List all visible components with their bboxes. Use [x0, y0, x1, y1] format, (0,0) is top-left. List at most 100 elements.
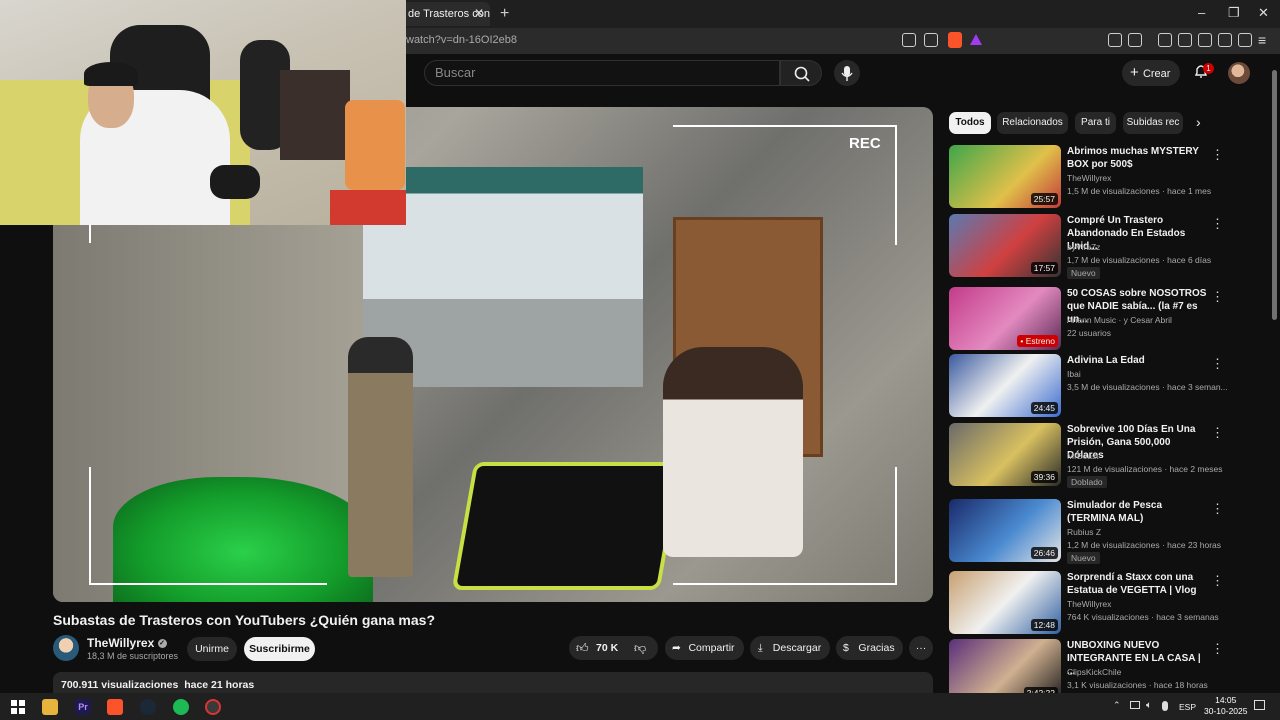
- video-duration: 17:57: [1030, 262, 1058, 274]
- video-thumbnail[interactable]: 39:36: [949, 423, 1061, 486]
- channel-avatar[interactable]: [53, 635, 79, 661]
- mic-tray-icon[interactable]: [1162, 701, 1168, 711]
- more-options-icon[interactable]: ⋮: [1211, 501, 1224, 517]
- recommendation-meta: 1,7 M de visualizaciones · hace 6 días: [1067, 255, 1212, 265]
- obs-icon[interactable]: [205, 699, 221, 715]
- recommendation-badge: Doblado: [1067, 476, 1107, 488]
- file-explorer-icon[interactable]: [42, 699, 58, 715]
- tab-close-icon[interactable]: ✕: [474, 6, 484, 20]
- chips-next-icon[interactable]: ›: [1196, 114, 1201, 130]
- recommendation-item[interactable]: 17:57 Compré Un Trastero Abandonado En Es…: [949, 214, 1269, 284]
- chip-subidas-recientes[interactable]: Subidas rec: [1123, 112, 1183, 134]
- menu-icon[interactable]: ≡: [1258, 33, 1266, 47]
- video-thumbnail[interactable]: 26:46: [949, 499, 1061, 562]
- leo-ai-icon[interactable]: [1218, 33, 1232, 47]
- recommendation-item[interactable]: 26:46 Simulador de Pesca (TERMINA MAL) Rub…: [949, 499, 1269, 569]
- new-tab-icon[interactable]: +: [500, 5, 509, 23]
- cam-poster: [345, 100, 405, 190]
- recommendation-title[interactable]: Sorprendí a Staxx con una Estatua de VEG…: [1067, 571, 1207, 597]
- recommendation-meta: 121 M de visualizaciones · hace 2 meses: [1067, 464, 1223, 474]
- windows-start-icon[interactable]: [10, 699, 26, 715]
- download-button[interactable]: ⤓ Descargar: [750, 636, 830, 660]
- chip-todos[interactable]: Todos: [949, 112, 991, 134]
- system-clock[interactable]: 14:05 30-10-2025: [1204, 695, 1247, 717]
- extensions-icon[interactable]: [1108, 33, 1122, 47]
- share-button[interactable]: ➦ Compartir: [665, 636, 744, 660]
- tray-chevron-icon[interactable]: ⌃: [1113, 700, 1121, 711]
- recommendation-title[interactable]: Simulador de Pesca (TERMINA MAL): [1067, 499, 1207, 525]
- more-options-icon[interactable]: ⋮: [1211, 425, 1224, 441]
- language-indicator[interactable]: ESP: [1179, 702, 1196, 712]
- brave-shield-icon[interactable]: [948, 32, 962, 48]
- video-thumbnail[interactable]: 17:57: [949, 214, 1061, 277]
- volume-icon[interactable]: 🔈︎: [1146, 700, 1152, 711]
- thumbs-down-icon[interactable]: 👎︎: [634, 640, 646, 656]
- video-thumbnail[interactable]: 24:45: [949, 354, 1061, 417]
- join-button[interactable]: Unirme: [187, 637, 237, 661]
- recommendation-title[interactable]: Adivina La Edad: [1067, 354, 1207, 367]
- recommendation-title[interactable]: Abrimos muchas MYSTERY BOX por 500$: [1067, 145, 1207, 171]
- notification-center-icon[interactable]: [1254, 700, 1265, 710]
- video-thumbnail[interactable]: • Estreno: [949, 287, 1061, 350]
- recommendation-item[interactable]: 24:45 Adivina La Edad Ibai 3,5 M de visuali…: [949, 354, 1269, 424]
- maximize-icon[interactable]: ❐: [1228, 5, 1240, 21]
- like-count[interactable]: 70 K: [596, 642, 618, 654]
- cam-shelf: [280, 70, 350, 160]
- cast-icon[interactable]: [902, 33, 916, 47]
- recommendation-channel[interactable]: ClipsKickChile: [1067, 667, 1121, 677]
- wallet-icon[interactable]: [1198, 33, 1212, 47]
- url-text[interactable]: watch?v=dn-16OI2eb8: [406, 34, 517, 46]
- recommendation-channel[interactable]: Ibai: [1067, 369, 1081, 379]
- more-options-icon[interactable]: ⋮: [1211, 216, 1224, 232]
- channel-name[interactable]: TheWillyrex ✓: [87, 636, 167, 650]
- recommendation-item[interactable]: 12:48 Sorprendí a Staxx con una Estatua d…: [949, 571, 1269, 641]
- brave-rewards-icon[interactable]: [970, 34, 982, 45]
- notification-badge: 1: [1203, 63, 1214, 74]
- subscribe-button[interactable]: Suscribirme: [244, 637, 315, 661]
- video-thumbnail[interactable]: 12:48: [949, 571, 1061, 634]
- steam-icon[interactable]: [140, 699, 156, 715]
- thanks-button[interactable]: $ Gracias: [836, 636, 903, 660]
- search-button[interactable]: [780, 60, 822, 86]
- page-scrollbar[interactable]: [1272, 70, 1277, 320]
- frame-corner-bottom-left: [89, 467, 327, 585]
- share-arrow-icon: ➦: [672, 642, 681, 654]
- spotify-icon[interactable]: [173, 699, 189, 715]
- search-input[interactable]: Buscar: [424, 60, 780, 86]
- chip-relacionados[interactable]: Relacionados: [997, 112, 1068, 134]
- vpn-icon[interactable]: [1238, 33, 1252, 47]
- video-thumbnail[interactable]: 25:57: [949, 145, 1061, 208]
- brave-browser-icon[interactable]: [107, 699, 123, 715]
- network-icon[interactable]: [1130, 701, 1140, 709]
- sidebar-icon[interactable]: [1178, 33, 1192, 47]
- premiere-pro-icon[interactable]: Pr: [75, 699, 91, 715]
- more-options-icon[interactable]: ⋮: [1211, 147, 1224, 163]
- recommendation-channel[interactable]: TheWillyrex: [1067, 173, 1111, 183]
- music-icon[interactable]: [1158, 33, 1172, 47]
- chip-para-ti[interactable]: Para ti: [1075, 112, 1116, 134]
- more-options-icon[interactable]: ⋮: [1211, 289, 1224, 305]
- more-options-icon[interactable]: ⋮: [1211, 641, 1224, 657]
- recommendation-channel[interactable]: Ariann Music · y Cesar Abril: [1067, 315, 1172, 325]
- thumbs-up-icon[interactable]: 👍︎: [576, 640, 589, 656]
- recommendation-item[interactable]: • Estreno 50 COSAS sobre NOSOTROS que NAD…: [949, 287, 1269, 357]
- screenshot-icon[interactable]: [1128, 33, 1142, 47]
- recommendation-channel[interactable]: byViruZz: [1067, 242, 1100, 252]
- close-window-icon[interactable]: ✕: [1258, 5, 1269, 21]
- video-duration: 25:57: [1030, 193, 1058, 205]
- recommendation-meta: 22 usuarios: [1067, 328, 1111, 338]
- recommendation-item[interactable]: 25:57 Abrimos muchas MYSTERY BOX por 500$…: [949, 145, 1269, 215]
- recommendation-channel[interactable]: MrBeast: [1067, 451, 1099, 461]
- recommendation-item[interactable]: 39:36 Sobrevive 100 Días En Una Prisión, …: [949, 423, 1269, 493]
- user-avatar[interactable]: [1228, 62, 1250, 84]
- create-button[interactable]: + Crear: [1122, 60, 1180, 86]
- recommendation-channel[interactable]: Rubius Z: [1067, 527, 1101, 537]
- share-icon[interactable]: [924, 33, 938, 47]
- minimize-icon[interactable]: –: [1198, 5, 1205, 20]
- more-options-icon[interactable]: ⋮: [1211, 356, 1224, 372]
- voice-search-button[interactable]: [834, 60, 860, 86]
- recommendation-channel[interactable]: TheWillyrex: [1067, 599, 1111, 609]
- more-options-icon[interactable]: ⋮: [1211, 573, 1224, 589]
- more-actions-button[interactable]: ···: [909, 636, 933, 660]
- video-duration: 26:46: [1030, 547, 1058, 559]
